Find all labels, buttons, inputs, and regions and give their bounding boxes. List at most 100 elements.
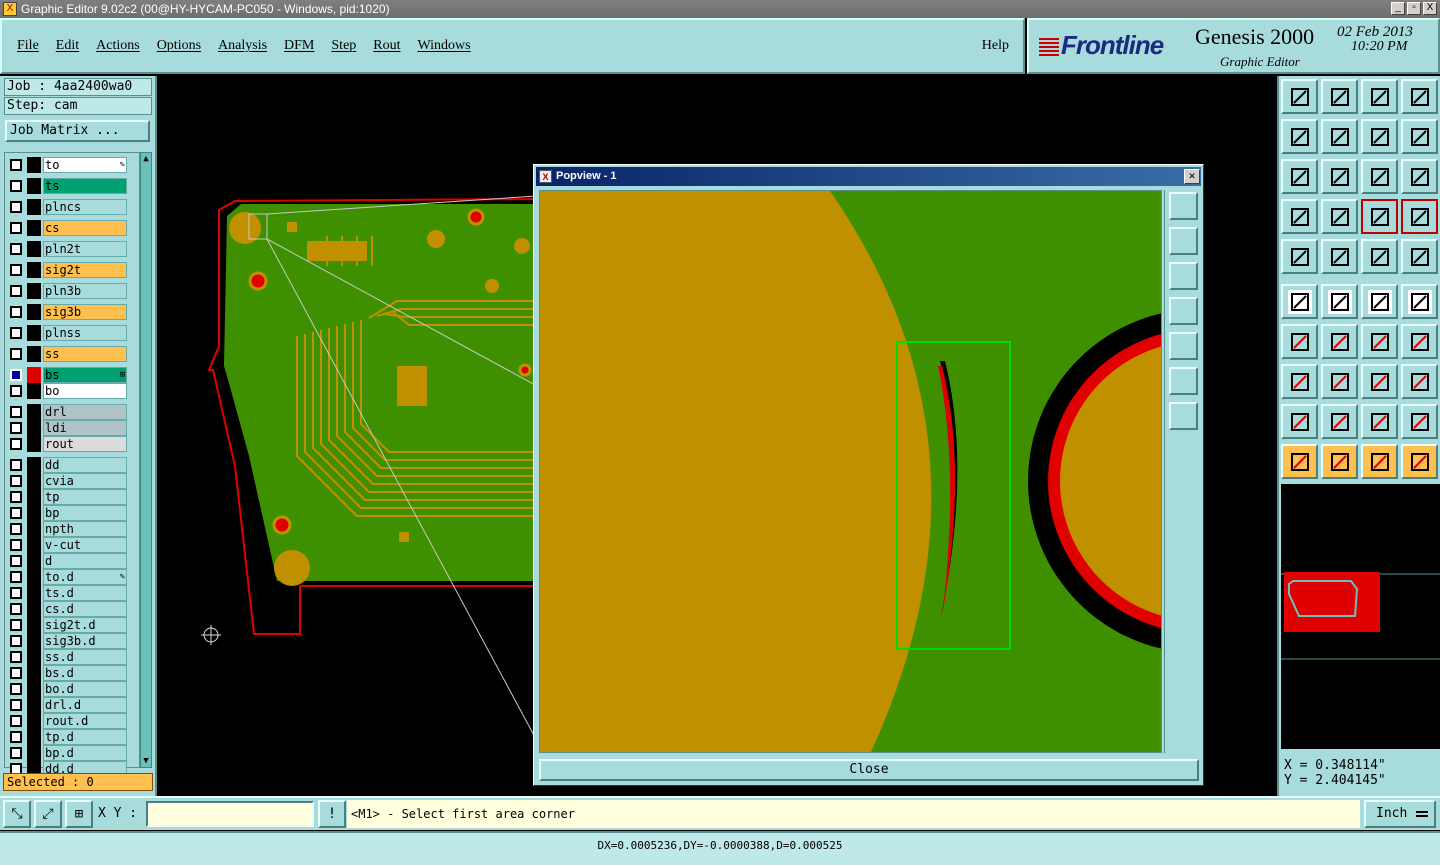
layer-name[interactable]: to xyxy=(43,157,127,173)
layer-display-swatch[interactable] xyxy=(27,745,41,761)
zoom-center-button[interactable] xyxy=(1321,159,1358,194)
scroll-down-icon[interactable]: ▼ xyxy=(141,755,151,767)
menu-analysis[interactable]: Analysis xyxy=(216,38,275,54)
drill-button[interactable] xyxy=(1401,239,1438,274)
layer-display-swatch[interactable] xyxy=(27,346,41,362)
layer-display-swatch[interactable] xyxy=(27,420,41,436)
layer-affected-checkbox[interactable] xyxy=(10,715,22,727)
minimize-button[interactable]: _ xyxy=(1391,2,1405,15)
triangle-fill-button[interactable] xyxy=(1361,404,1398,439)
scroll-up-icon[interactable]: ▲ xyxy=(141,153,151,165)
layer-name[interactable]: drl xyxy=(43,404,127,420)
layer-display-swatch[interactable] xyxy=(27,283,41,299)
layer-name[interactable]: ts xyxy=(43,178,127,194)
group-button[interactable] xyxy=(1401,364,1438,399)
layer-name[interactable]: pln3b xyxy=(43,283,127,299)
layer-affected-checkbox[interactable] xyxy=(10,438,22,450)
triangle-edge-button[interactable] xyxy=(1401,404,1438,439)
zoom-fit-button[interactable] xyxy=(1281,159,1318,194)
layer-display-swatch[interactable] xyxy=(27,713,41,729)
popview-pan-up-button[interactable] xyxy=(1169,227,1198,255)
popview-pan-down-button[interactable] xyxy=(1169,262,1198,290)
layer-affected-checkbox[interactable] xyxy=(10,555,22,567)
edit-tools-button[interactable] xyxy=(1281,199,1318,234)
pan-left-button[interactable] xyxy=(1281,119,1318,154)
popview-pan-left-button[interactable] xyxy=(1169,297,1198,325)
layer-row-drl.d[interactable]: drl.d xyxy=(7,697,127,713)
menu-rout[interactable]: Rout xyxy=(371,38,408,54)
layer-row-to[interactable]: to ✎ xyxy=(7,157,127,173)
layer-affected-checkbox[interactable] xyxy=(10,747,22,759)
layer-name[interactable]: rout xyxy=(43,436,127,452)
layer-name[interactable]: tp xyxy=(43,489,127,505)
layer-name[interactable]: v-cut xyxy=(43,537,127,553)
layer-name[interactable]: sig3b xyxy=(43,304,127,320)
layer-row-bs[interactable]: bs ⊞ xyxy=(7,367,127,383)
layer-display-swatch[interactable] xyxy=(27,157,41,173)
window-split-button[interactable] xyxy=(1401,79,1438,114)
alert-icon[interactable]: ! xyxy=(318,800,346,828)
layer-display-swatch[interactable] xyxy=(27,220,41,236)
layer-row-tp.d[interactable]: tp.d xyxy=(7,729,127,745)
layer-affected-checkbox[interactable] xyxy=(10,369,22,381)
pad-feature-button[interactable] xyxy=(1281,239,1318,274)
layer-row-sig3b[interactable]: sig3b xyxy=(7,304,127,320)
grid-icon[interactable]: ⊞ xyxy=(65,800,93,828)
layer-display-swatch[interactable] xyxy=(27,601,41,617)
layer-name[interactable]: ts.d xyxy=(43,585,127,601)
bottom-view-button[interactable] xyxy=(1321,79,1358,114)
layer-name[interactable]: sig3b.d xyxy=(43,633,127,649)
layer-name[interactable]: plncs xyxy=(43,199,127,215)
zoom-area-icon[interactable]: ⤡ xyxy=(3,800,31,828)
layer-name[interactable]: ss.d xyxy=(43,649,127,665)
arc-button[interactable] xyxy=(1361,324,1398,359)
layer-display-swatch[interactable] xyxy=(27,325,41,341)
layer-affected-checkbox[interactable] xyxy=(10,222,22,234)
cut-button[interactable] xyxy=(1321,364,1358,399)
layer-row-ts.d[interactable]: ts.d xyxy=(7,585,127,601)
popview-zoom-out-button[interactable] xyxy=(1169,402,1198,430)
maximize-button[interactable]: ▫ xyxy=(1407,2,1421,15)
layer-affected-checkbox[interactable] xyxy=(10,683,22,695)
cross-button[interactable] xyxy=(1321,284,1358,319)
layer-display-swatch[interactable] xyxy=(27,729,41,745)
popview-pan-right-button[interactable] xyxy=(1169,332,1198,360)
layer-row-dd[interactable]: dd xyxy=(7,457,127,473)
layer-name[interactable]: pln2t xyxy=(43,241,127,257)
popview-close-icon[interactable]: ✕ xyxy=(1184,169,1200,184)
layer-row-sig3b.d[interactable]: sig3b.d xyxy=(7,633,127,649)
connect-button[interactable] xyxy=(1281,284,1318,319)
layer-name[interactable]: bo xyxy=(43,383,127,399)
layer-affected-checkbox[interactable] xyxy=(10,507,22,519)
layer-name[interactable]: d xyxy=(43,553,127,569)
layer-display-swatch[interactable] xyxy=(27,262,41,278)
layer-display-swatch[interactable] xyxy=(27,665,41,681)
popview-canvas[interactable] xyxy=(539,190,1162,753)
layer-display-swatch[interactable] xyxy=(27,633,41,649)
scale-1-2-button[interactable] xyxy=(1361,159,1398,194)
route-button[interactable] xyxy=(1401,444,1438,479)
layer-affected-checkbox[interactable] xyxy=(10,635,22,647)
grid-toggle-button[interactable] xyxy=(1321,199,1358,234)
layer-affected-checkbox[interactable] xyxy=(10,491,22,503)
triangle-button[interactable] xyxy=(1281,404,1318,439)
layer-display-swatch[interactable] xyxy=(27,473,41,489)
layer-display-swatch[interactable] xyxy=(27,521,41,537)
layer-affected-checkbox[interactable] xyxy=(10,699,22,711)
layer-row-ss[interactable]: ss xyxy=(7,346,127,362)
layer-row-cvia[interactable]: cvia xyxy=(7,473,127,489)
layer-display-swatch[interactable] xyxy=(27,681,41,697)
layer-display-swatch[interactable] xyxy=(27,241,41,257)
unit-select[interactable]: Inch xyxy=(1364,800,1436,828)
layer-display-swatch[interactable] xyxy=(27,383,41,399)
layer-row-cs[interactable]: cs xyxy=(7,220,127,236)
layer-display-swatch[interactable] xyxy=(27,505,41,521)
layer-name[interactable]: cvia xyxy=(43,473,127,489)
layer-affected-checkbox[interactable] xyxy=(10,306,22,318)
layer-row-pln3b[interactable]: pln3b xyxy=(7,283,127,299)
layer-row-bo.d[interactable]: bo.d xyxy=(7,681,127,697)
layer-display-swatch[interactable] xyxy=(27,537,41,553)
layer-display-swatch[interactable] xyxy=(27,457,41,473)
layer-name[interactable]: dd xyxy=(43,457,127,473)
layer-name[interactable]: bp.d xyxy=(43,745,127,761)
